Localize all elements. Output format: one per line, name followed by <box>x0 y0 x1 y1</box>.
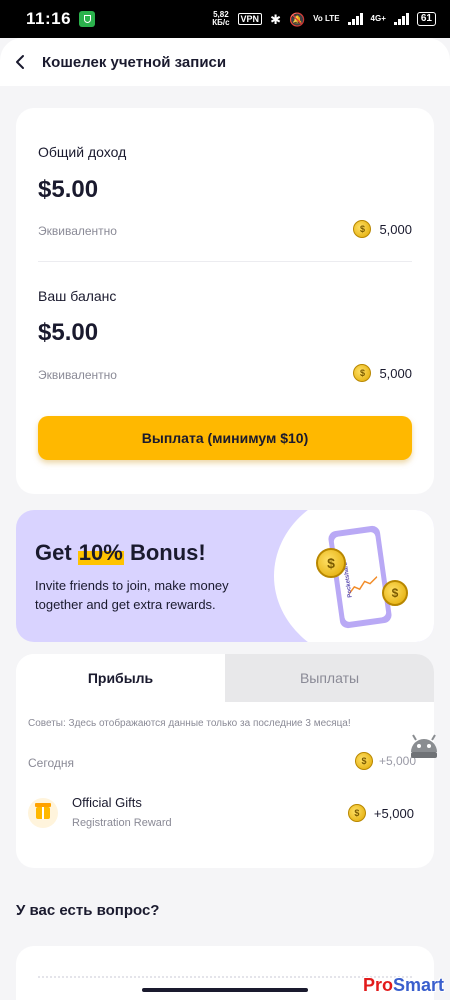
watermark: ProSmart <box>362 975 444 995</box>
total-income-label: Общий доход <box>38 144 127 160</box>
balance-equiv-label: Эквивалентно <box>38 368 117 382</box>
balance-label: Ваш баланс <box>38 288 117 304</box>
gift-icon <box>28 798 58 828</box>
volte-badge: Vo LTE <box>313 14 340 23</box>
wallet-card: Общий доход $5.00 Эквивалентно $ 5,000 В… <box>16 108 434 494</box>
tab-payouts[interactable]: Выплаты <box>225 654 434 702</box>
history-card: Прибыль Выплаты Советы: Здесь отображают… <box>16 654 434 868</box>
entry-value: $ +5,000 <box>347 804 414 822</box>
status-indicators: 5,82 КБ/с VPN ✱ 🔕 Vo LTE 4G+ 61 <box>212 11 436 27</box>
faq-heading: У вас есть вопрос? <box>16 902 160 919</box>
battery-icon: 61 <box>416 12 436 26</box>
network-type: 4G+ <box>370 14 386 23</box>
bonus-description: Invite friends to join, make money toget… <box>35 578 229 612</box>
entry-title: Official Gifts <box>72 795 142 810</box>
home-indicator[interactable] <box>142 988 308 992</box>
back-arrow-icon[interactable] <box>14 53 32 71</box>
payout-button[interactable]: Выплата (минимум $10) <box>38 416 412 460</box>
coin-icon: $ <box>353 220 372 238</box>
total-income-amount: $5.00 <box>38 176 99 203</box>
coin-icon: $ <box>382 580 408 606</box>
balance-coins: $ 5,000 <box>353 364 412 382</box>
coin-icon: $ <box>316 548 346 578</box>
bonus-banner[interactable]: Get 10% Bonus! Invite friends to join, m… <box>16 510 434 642</box>
status-bar: 11:16 5,82 КБ/с VPN ✱ 🔕 Vo LTE 4G+ 61 <box>0 0 450 38</box>
signal-icon-2 <box>393 13 409 25</box>
bluetooth-icon: ✱ <box>270 11 281 27</box>
balance-amount: $5.00 <box>38 319 99 346</box>
tab-profit[interactable]: Прибыль <box>16 654 225 702</box>
day-label: Сегодня <box>28 756 74 770</box>
coin-icon: $ <box>347 804 366 822</box>
total-coins: $ 5,000 <box>353 220 412 238</box>
mute-icon: 🔕 <box>288 11 306 27</box>
network-speed: 5,82 КБ/с <box>212 10 230 27</box>
signal-icon <box>347 13 363 25</box>
divider <box>38 261 412 262</box>
total-equiv-label: Эквивалентно <box>38 224 117 238</box>
vpn-badge: VPN <box>237 13 263 25</box>
coin-icon: $ <box>353 364 372 382</box>
page-title: Кошелек учетной записи <box>42 53 227 71</box>
app-screen: Кошелек учетной записи Общий доход $5.00… <box>0 38 450 1000</box>
header: Кошелек учетной записи <box>0 38 450 86</box>
status-time: 11:16 <box>26 9 72 28</box>
faq-item <box>38 968 412 978</box>
coin-icon: $ <box>354 752 373 770</box>
entry-subtitle: Registration Reward <box>72 817 172 829</box>
floating-android-icon[interactable] <box>406 730 442 760</box>
tip-text: Советы: Здесь отображаются данные только… <box>28 718 351 729</box>
bonus-title: Get 10% Bonus! <box>35 540 206 565</box>
shield-icon <box>79 11 96 27</box>
